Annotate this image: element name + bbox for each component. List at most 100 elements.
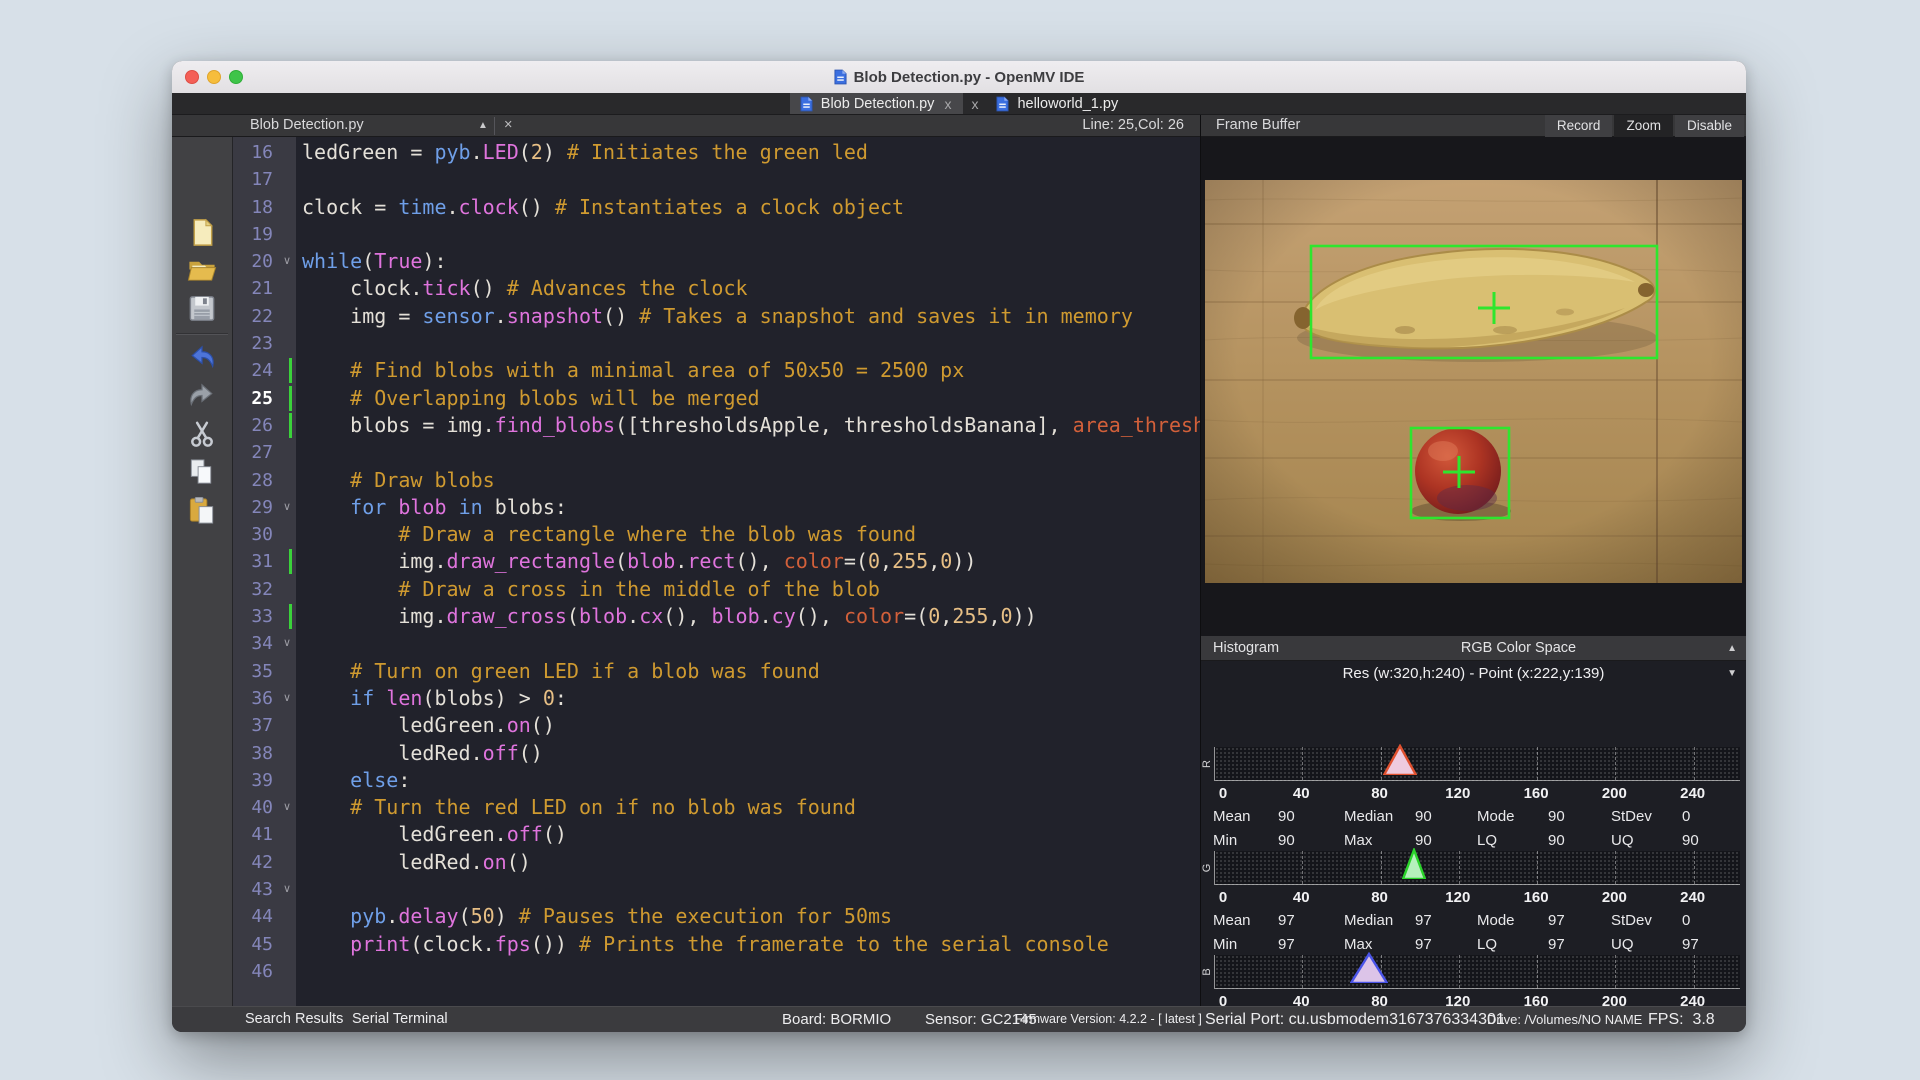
code-line[interactable]: 44 pyb.delay(50) # Pauses the execution … [233, 903, 1200, 930]
histogram-strip-g [1214, 851, 1740, 885]
code-line[interactable]: 20∨ while(True): [233, 248, 1200, 275]
stat-value: 90 [1278, 832, 1295, 849]
code-line[interactable]: 33 img.draw_cross(blob.cx(), blob.cy(), … [233, 603, 1200, 630]
code-line[interactable]: 21 clock.tick() # Advances the clock [233, 275, 1200, 302]
stat-label: StDev [1611, 912, 1652, 929]
new-file-icon[interactable] [185, 217, 219, 248]
line-number: 28 [233, 467, 273, 494]
tab-helloworld[interactable]: helloworld_1.py [986, 93, 1128, 114]
minimize-window-button[interactable] [207, 70, 221, 84]
line-number: 23 [233, 330, 273, 357]
code-line[interactable]: 16ledGreen = pyb.LED(2) # Initiates the … [233, 139, 1200, 166]
code-line[interactable]: 38 ledRed.off() [233, 740, 1200, 767]
code-line[interactable]: 30 # Draw a rectangle where the blob was… [233, 521, 1200, 548]
disable-button[interactable]: Disable [1675, 115, 1744, 137]
undo-icon[interactable] [185, 343, 219, 374]
code-line[interactable]: 22 img = sensor.snapshot() # Takes a sna… [233, 303, 1200, 330]
line-number: 36 [233, 685, 273, 712]
code-line[interactable]: 35 # Turn on green LED if a blob was fou… [233, 658, 1200, 685]
code-text: while(True): [302, 248, 447, 275]
close-tab-icon[interactable]: x [942, 96, 953, 112]
code-line[interactable]: 36∨ if len(blobs) > 0: [233, 685, 1200, 712]
fold-arrow-icon[interactable]: ∨ [279, 685, 295, 712]
code-line[interactable]: 17 [233, 166, 1200, 193]
close-window-button[interactable] [185, 70, 199, 84]
file-selector-arrows-icon[interactable]: ▲▼ [478, 115, 487, 137]
code-line[interactable]: 31 img.draw_rectangle(blob.rect(), color… [233, 548, 1200, 575]
line-number: 33 [233, 603, 273, 630]
axis-tick-label: 240 [1671, 889, 1715, 906]
axis-tick-label: 160 [1514, 785, 1558, 802]
code-line[interactable]: 23 [233, 330, 1200, 357]
stat-label: StDev [1611, 808, 1652, 825]
code-line[interactable]: 28 # Draw blobs [233, 467, 1200, 494]
code-text: # Draw a cross in the middle of the blob [302, 576, 880, 603]
serial-terminal-toggle[interactable]: Serial Terminal [352, 1007, 448, 1032]
code-text: # Draw blobs [302, 467, 495, 494]
line-number: 40 [233, 794, 273, 821]
copy-icon[interactable] [185, 457, 219, 488]
code-line[interactable]: 29∨ for blob in blobs: [233, 494, 1200, 521]
window-title-group: Blob Detection.py - OpenMV IDE [834, 69, 1085, 86]
close-tab-icon[interactable]: x [963, 93, 986, 114]
code-editor[interactable]: 16ledGreen = pyb.LED(2) # Initiates the … [233, 137, 1200, 1006]
cut-icon[interactable] [185, 419, 219, 450]
code-line[interactable]: 32 # Draw a cross in the middle of the b… [233, 576, 1200, 603]
code-line[interactable]: 45 print(clock.fps()) # Prints the frame… [233, 931, 1200, 958]
code-text: ledGreen = pyb.LED(2) # Initiates the gr… [302, 139, 868, 166]
fold-arrow-icon[interactable]: ∨ [279, 876, 295, 903]
code-text: ledRed.off() [302, 740, 543, 767]
paste-icon[interactable] [185, 495, 219, 526]
line-number: 45 [233, 931, 273, 958]
tab-blob-detection[interactable]: Blob Detection.py x [790, 93, 964, 114]
code-line[interactable]: 41 ledGreen.off() [233, 821, 1200, 848]
gridline [1302, 955, 1303, 988]
document-tab-bar: Blob Detection.py x x helloworld_1.py [172, 93, 1746, 115]
code-line[interactable]: 26 blobs = img.find_blobs([thresholdsApp… [233, 412, 1200, 439]
fold-arrow-icon[interactable]: ∨ [279, 794, 295, 821]
toolbar-separator [176, 333, 228, 335]
open-file-selector[interactable]: Blob Detection.py [250, 115, 364, 137]
stat-value: 0 [1682, 808, 1690, 825]
fold-arrow-icon[interactable]: ∨ [279, 494, 295, 521]
changed-line-marker [289, 358, 292, 383]
code-line[interactable]: 40∨ # Turn the red LED on if no blob was… [233, 794, 1200, 821]
code-line[interactable]: 25 # Overlapping blobs will be merged [233, 385, 1200, 412]
stat-label: UQ [1611, 936, 1634, 953]
color-space-dropdown[interactable]: RGB Color Space [1321, 636, 1716, 661]
stat-value: 90 [1415, 808, 1432, 825]
code-line[interactable]: 42 ledRed.on() [233, 849, 1200, 876]
code-line[interactable]: 18clock = time.clock() # Instantiates a … [233, 194, 1200, 221]
save-icon[interactable] [185, 293, 219, 324]
code-text: # Overlapping blobs will be merged [302, 385, 760, 412]
code-line[interactable]: 34∨ [233, 630, 1200, 657]
maximize-window-button[interactable] [229, 70, 243, 84]
zoom-button[interactable]: Zoom [1614, 115, 1673, 137]
code-line[interactable]: 27 [233, 439, 1200, 466]
code-line[interactable]: 24 # Find blobs with a minimal area of 5… [233, 357, 1200, 384]
close-split-icon[interactable]: × [504, 115, 512, 137]
line-number: 26 [233, 412, 273, 439]
redo-icon[interactable] [185, 381, 219, 412]
line-number: 20 [233, 248, 273, 275]
code-line[interactable]: 37 ledGreen.on() [233, 712, 1200, 739]
stat-label: Mode [1477, 808, 1515, 825]
fold-arrow-icon[interactable]: ∨ [279, 630, 295, 657]
code-line[interactable]: 46 [233, 958, 1200, 985]
tab-label: helloworld_1.py [1017, 96, 1118, 112]
record-button[interactable]: Record [1545, 115, 1613, 137]
line-number: 25 [233, 385, 273, 412]
code-line[interactable]: 43∨ [233, 876, 1200, 903]
open-folder-icon[interactable] [185, 255, 219, 286]
stat-label: Max [1344, 832, 1372, 849]
code-line[interactable]: 19 [233, 221, 1200, 248]
code-text: # Turn on green LED if a blob was found [302, 658, 820, 685]
search-results-toggle[interactable]: Search Results [245, 1007, 343, 1032]
axis-tick-label: 40 [1279, 889, 1323, 906]
fold-arrow-icon[interactable]: ∨ [279, 248, 295, 275]
stat-value: 97 [1548, 912, 1565, 929]
stat-label: Mode [1477, 912, 1515, 929]
line-number: 34 [233, 630, 273, 657]
stat-value: 97 [1548, 936, 1565, 953]
code-line[interactable]: 39 else: [233, 767, 1200, 794]
